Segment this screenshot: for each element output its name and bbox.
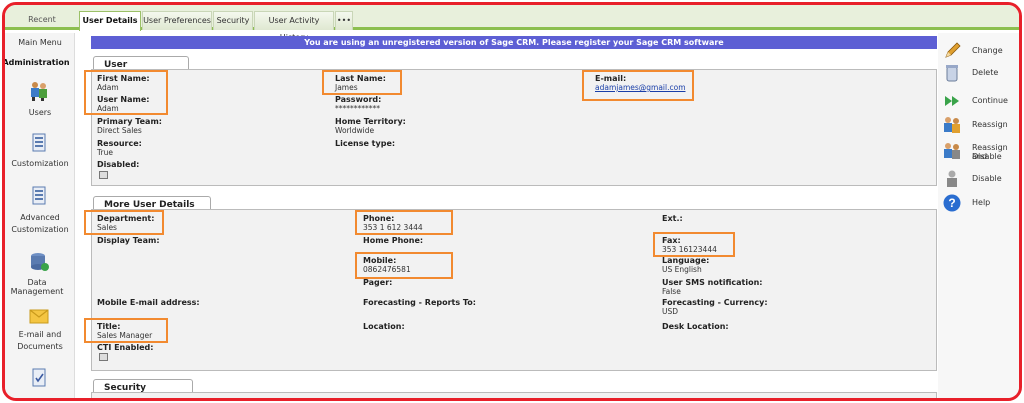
change-label: Change [972,46,1003,55]
nav-users[interactable]: Users [5,108,75,117]
reassign-label: Reassign [972,120,1008,129]
main-menu-link[interactable]: Main Menu [5,38,75,47]
security-panel-title: Security [93,379,193,393]
highlight-last-name [322,70,402,95]
mobile-email-label: Mobile E-mail address: [97,298,200,307]
left-nav: Main Menu Administration Users Customiza… [5,33,75,398]
resource-label: Resource: [97,139,142,148]
cti-enabled-checkbox [99,353,108,361]
highlight-phone [355,210,453,235]
advanced-customization-icon[interactable] [28,185,50,207]
home-territory-label: Home Territory: [335,117,406,126]
tab-more[interactable]: ••• [335,11,353,30]
continue-button[interactable]: Continue [942,91,1019,113]
email-icon[interactable] [28,305,50,327]
license-type-label: License type: [335,139,396,148]
app-window: Recent User Details User Preferences Sec… [2,2,1022,401]
reassign-disable-label-2: Disable [972,152,1002,161]
disabled-checkbox [99,171,108,179]
change-button[interactable]: Change [942,41,1019,63]
tab-recent[interactable]: Recent [5,11,79,30]
highlight-email [582,70,694,101]
sms-notification-label: User SMS notification: [662,278,763,287]
tab-user-preferences[interactable]: User Preferences [142,11,212,30]
svg-text:?: ? [948,196,955,210]
administration-heading: Administration [2,58,70,67]
nav-advanced-line2[interactable]: Customization [5,225,75,234]
forecast-currency-value: USD [662,307,679,316]
primary-team-value: Direct Sales [97,126,142,135]
nav-customization[interactable]: Customization [5,159,75,168]
delete-button[interactable]: Delete [942,63,1019,85]
pencil-icon [945,42,961,58]
more-details-panel: Department: Sales Display Team: Mobile E… [84,209,937,371]
home-territory-value: Worldwide [335,126,375,135]
password-value: ************ [335,104,380,113]
delete-label: Delete [972,68,999,77]
security-panel [91,392,937,398]
password-label: Password: [335,95,382,104]
ext-label: Ext.: [662,214,683,223]
reassign-button[interactable]: Reassign [942,115,1019,137]
highlight-mobile [355,252,453,279]
more-details-panel-title: More User Details [93,196,211,210]
highlight-first-user-name [84,70,168,115]
cti-enabled-label: CTI Enabled: [97,343,154,352]
nav-email-line2[interactable]: Documents [5,342,75,351]
help-label: Help [972,198,991,207]
highlight-department [84,210,164,235]
fast-forward-icon [945,96,959,106]
disable-button[interactable]: Disable [942,169,1019,191]
nav-advanced-line1[interactable]: Advanced [5,213,75,222]
highlight-fax [653,232,735,257]
nav-email-line1[interactable]: E-mail and [5,330,75,339]
reassign-disable-icon [944,143,960,159]
language-value: US English [662,265,702,274]
display-team-label: Display Team: [97,236,160,245]
sms-notification-value: False [662,287,681,296]
desk-location-label: Desk Location: [662,322,729,331]
user-panel: First Name: Adam User Name: Adam Primary… [84,69,937,186]
users-icon[interactable] [28,80,50,102]
data-management-icon[interactable] [28,251,50,273]
tab-user-activity-history[interactable]: User Activity History [254,11,334,42]
primary-team-label: Primary Team: [97,117,162,126]
unregistered-banner: You are using an unregistered version of… [91,36,937,49]
help-button[interactable]: ? Help [942,193,1019,215]
tab-security[interactable]: Security [213,11,253,30]
document-check-icon[interactable] [28,367,50,389]
forecast-reports-label: Forecasting - Reports To: [363,298,477,307]
trash-icon [946,65,958,82]
user-panel-title: User [93,56,189,70]
pager-label: Pager: [363,278,393,287]
forecast-currency-label: Forecasting - Currency: [662,298,768,307]
home-phone-label: Home Phone: [363,236,424,245]
disabled-label: Disabled: [97,160,140,169]
action-panel: Change Delete Continue Reassign Reassign… [938,33,1019,398]
help-icon: ? [943,194,961,212]
continue-label: Continue [972,96,1008,105]
disable-label: Disable [972,174,1002,183]
tab-bar: Recent User Details User Preferences Sec… [5,5,1019,42]
resource-value: True [97,148,113,157]
reassign-disable-button[interactable]: Reassign and Disable [942,141,1019,167]
language-label: Language: [662,256,710,265]
reassign-icon [944,117,960,133]
customization-icon[interactable] [28,132,50,154]
highlight-title [84,318,168,343]
tab-user-details[interactable]: User Details [79,11,141,31]
location-label: Location: [363,322,405,331]
nav-data-management[interactable]: Data Management [5,278,72,296]
disable-user-icon [947,170,957,187]
